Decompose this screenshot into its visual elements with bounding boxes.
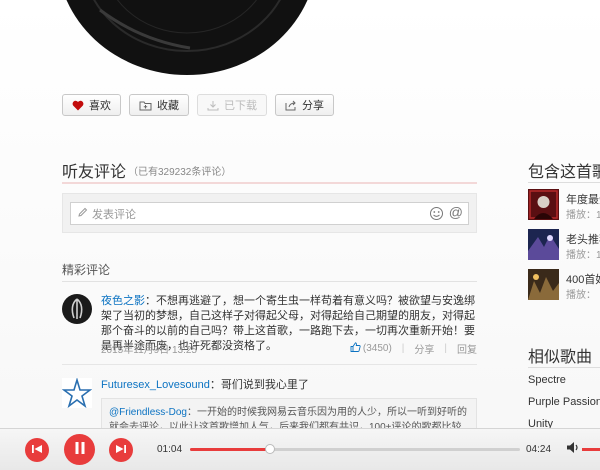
download-icon [207, 100, 219, 111]
progress-bar[interactable] [190, 444, 520, 454]
emoji-icon[interactable] [429, 206, 444, 224]
volume-icon[interactable] [566, 441, 580, 457]
total-time: 04:24 [526, 444, 552, 455]
playlist-item[interactable]: 年度最受 播放：1 [528, 189, 600, 221]
pause-button[interactable] [64, 434, 95, 465]
thumbs-up-icon [350, 342, 361, 355]
comment-input[interactable]: 发表评论 @ [70, 202, 469, 225]
volume-bar[interactable] [582, 448, 600, 451]
reply-button[interactable]: 回复 [457, 341, 477, 356]
mention-icon[interactable]: @ [449, 204, 463, 220]
divider [528, 182, 600, 183]
folder-add-icon [139, 100, 152, 111]
comment-box: 发表评论 @ [62, 193, 477, 233]
like-button[interactable]: 喜欢 [62, 94, 121, 116]
playlist-item[interactable]: 400首好 播放： [528, 269, 600, 301]
share-icon [285, 100, 297, 111]
divider [528, 367, 600, 368]
like-comment-button[interactable]: (3450) [350, 342, 392, 355]
similar-song-item[interactable]: Purple Passion ( [528, 396, 600, 408]
previous-icon [31, 443, 43, 457]
avatar[interactable] [62, 294, 92, 324]
pause-icon [74, 441, 86, 458]
collect-button[interactable]: 收藏 [129, 94, 189, 116]
next-icon [115, 443, 127, 457]
playlist-cover[interactable] [528, 229, 559, 260]
playlist-name[interactable]: 老头推荐 [566, 231, 600, 247]
pencil-icon [77, 207, 88, 221]
playlist-name[interactable]: 年度最受 [566, 191, 600, 207]
playlists-title: 包含这首歌的 [528, 164, 600, 181]
similar-songs-title: 相似歌曲 [528, 349, 593, 366]
download-button: 已下载 [197, 94, 267, 116]
comment-placeholder: 发表评论 [92, 208, 136, 221]
playlist-plays: 播放：1 [566, 250, 600, 261]
comment-username[interactable]: Futuresex_Lovesound [101, 379, 210, 391]
playlist-cover[interactable] [528, 269, 559, 300]
avatar[interactable] [62, 378, 92, 408]
share-label: 分享 [302, 100, 324, 112]
heart-icon [72, 100, 84, 111]
divider [62, 281, 477, 282]
album-vinyl [0, 0, 600, 90]
share-comment-button[interactable]: 分享 [414, 341, 434, 356]
progress-fill [190, 448, 270, 451]
comment-meta: 2015年11月9日 13:25 (3450) | 分享 | 回复 [101, 341, 477, 356]
separator: | [401, 343, 405, 354]
comments-count: （已有329232条评论） [128, 167, 232, 178]
previous-button[interactable] [25, 438, 49, 462]
like-label: 喜欢 [89, 100, 111, 112]
like-count: (3450) [362, 343, 392, 354]
playlist-name[interactable]: 400首好 [566, 271, 600, 287]
quoted-username[interactable]: @Friendless-Dog [109, 407, 187, 418]
next-button[interactable] [109, 438, 133, 462]
progress-handle[interactable] [264, 444, 275, 454]
separator: | [444, 343, 447, 354]
playlist-cover[interactable] [528, 189, 559, 220]
share-button[interactable]: 分享 [275, 94, 334, 116]
download-label: 已下载 [224, 100, 257, 112]
similar-song-item[interactable]: Spectre [528, 374, 566, 386]
playlist-plays: 播放：1 [566, 210, 600, 221]
comment-body: Futuresex_Lovesound：哥们说到我心里了 [101, 378, 477, 393]
divider [62, 182, 477, 184]
player-bar: 01:04 04:24 [0, 428, 600, 470]
playlist-plays: 播放： [566, 290, 596, 301]
comment-date: 2015年11月9日 13:25 [101, 345, 197, 356]
divider [62, 364, 477, 365]
collect-label: 收藏 [157, 100, 179, 112]
comment-text: ：哥们说到我心里了 [209, 379, 309, 391]
playlist-item[interactable]: 老头推荐 播放：1 [528, 229, 600, 261]
comments-title: 听友评论 [62, 164, 127, 181]
comment-username[interactable]: 夜色之影 [101, 295, 145, 307]
current-time: 01:04 [157, 444, 183, 455]
featured-comments-title: 精彩评论 [62, 263, 111, 277]
